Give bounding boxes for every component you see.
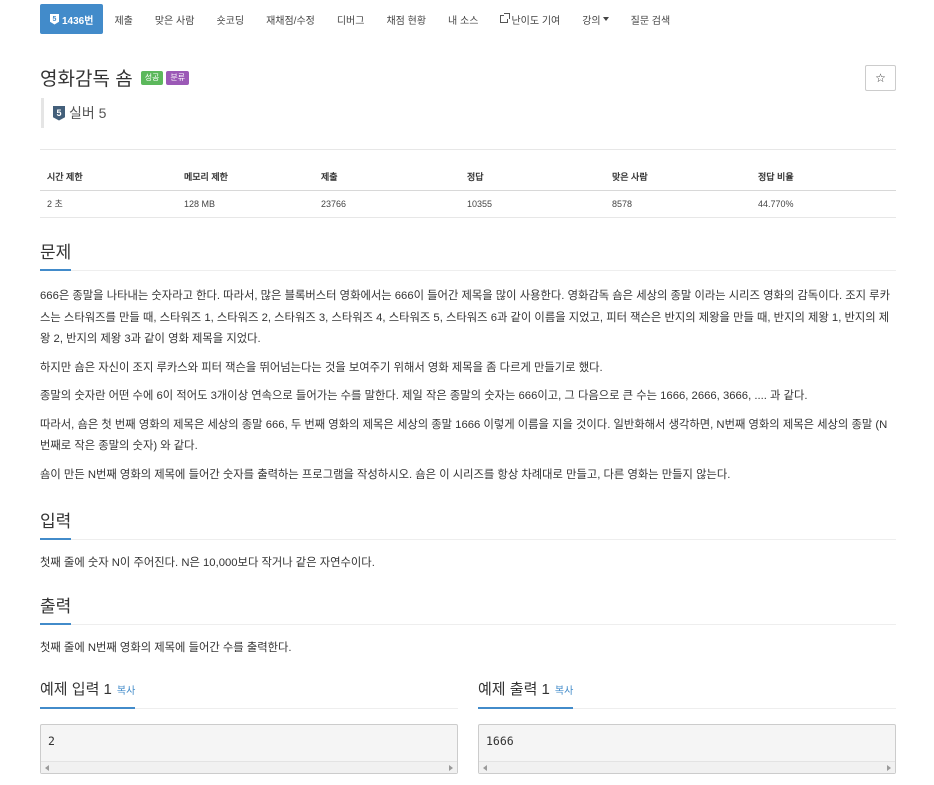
tab-status[interactable]: 채점 현황 [375, 4, 437, 34]
success-tag: 성공 [140, 70, 164, 85]
problem-title-row: 영화감독 숌 성공 분류 [40, 64, 190, 91]
input-description: 첫째 줄에 숫자 N이 주어진다. N은 10,000보다 작거나 같은 자연수… [40, 557, 375, 569]
sample-output-value: 1666 [486, 734, 514, 748]
sample-input-value: 2 [48, 734, 55, 748]
tab-difficulty-label: 난이도 기여 [511, 15, 561, 27]
header-time-limit: 시간 제한 [40, 163, 177, 191]
accepted-value: 10355 [460, 190, 605, 218]
copy-input-button[interactable]: 복사 [117, 686, 135, 697]
silver-tier-icon: 5 [53, 105, 65, 121]
scroll-right-icon[interactable] [887, 765, 891, 771]
tab-accepted-users[interactable]: 맞은 사람 [144, 4, 206, 34]
sample-input-heading: 예제 입력 1 복사 [40, 678, 136, 709]
problem-title: 영화감독 숌 [40, 69, 133, 90]
problem-heading: 문제 [40, 238, 72, 271]
tab-lectures-label: 강의 [582, 15, 601, 27]
tab-problem[interactable]: 5 1436번 [40, 4, 104, 34]
problem-paragraph: 666은 종말을 나타내는 숫자라고 한다. 따라서, 많은 블록버스터 영화에… [40, 290, 890, 345]
sample-input-header: 예제 입력 1 복사 [40, 678, 458, 709]
header-memory-limit: 메모리 제한 [177, 163, 314, 191]
problem-info-table: 시간 제한 메모리 제한 제출 정답 맞은 사람 정답 비율 2 초 128 M… [40, 163, 896, 218]
input-heading: 입력 [40, 507, 72, 540]
sample-output-header: 예제 출력 1 복사 [478, 678, 896, 709]
sample-input-title: 예제 입력 1 [40, 681, 112, 698]
divider [40, 149, 896, 150]
output-section-header: 출력 [40, 592, 896, 625]
tab-my-source[interactable]: 내 소스 [437, 4, 489, 34]
horizontal-scrollbar[interactable] [479, 761, 895, 773]
scroll-left-icon[interactable] [483, 765, 487, 771]
scroll-left-icon[interactable] [45, 765, 49, 771]
tab-submit[interactable]: 제출 [103, 4, 143, 34]
tab-rejudge[interactable]: 재채점/수정 [255, 4, 326, 34]
output-description: 첫째 줄에 N번째 영화의 제목에 들어간 수를 출력한다. [40, 642, 292, 654]
caret-down-icon [602, 17, 609, 21]
problem-paragraph: 숌이 만든 N번째 영화의 제목에 들어간 숫자를 출력하는 프로그램을 작성하… [40, 468, 731, 481]
time-limit-value: 2 초 [40, 190, 177, 218]
sample-output-title: 예제 출력 1 [478, 681, 550, 698]
header-accepted: 정답 [460, 163, 605, 191]
scroll-right-icon[interactable] [449, 765, 453, 771]
memory-limit-value: 128 MB [177, 190, 314, 218]
problem-nav-tabs: 5 1436번 제출 맞은 사람 숏코딩 재채점/수정 디버그 채점 현황 내 … [40, 4, 681, 34]
header-accept-ratio: 정답 비율 [751, 163, 896, 191]
favorite-star-button[interactable]: ☆ [865, 65, 896, 91]
tab-debug[interactable]: 디버그 [326, 4, 376, 34]
tab-question-search[interactable]: 질문 검색 [620, 4, 682, 34]
table-header-row: 시간 제한 메모리 제한 제출 정답 맞은 사람 정답 비율 [40, 163, 896, 191]
external-link-icon [500, 13, 511, 23]
header-solved-users: 맞은 사람 [605, 163, 751, 191]
output-heading: 출력 [40, 592, 72, 625]
star-icon: ☆ [875, 71, 886, 85]
tab-difficulty-contribution[interactable]: 난이도 기여 [489, 4, 571, 34]
problem-tier: 5 실버 5 [41, 98, 106, 128]
tab-problem-label: 1436번 [62, 15, 94, 27]
problem-description: 666은 종말을 나타내는 숫자라고 한다. 따라서, 많은 블록버스터 영화에… [40, 286, 896, 486]
tab-short-coding[interactable]: 숏코딩 [205, 4, 255, 34]
tab-lectures[interactable]: 강의 [571, 4, 619, 34]
copy-output-button[interactable]: 복사 [555, 686, 573, 697]
sample-input-box[interactable]: 2 [40, 724, 458, 774]
header-submissions: 제출 [314, 163, 460, 191]
problem-paragraph: 따라서, 숌은 첫 번째 영화의 제목은 세상의 종말 666, 두 번째 영화… [40, 418, 888, 453]
problem-paragraph: 종말의 숫자란 어떤 수에 6이 적어도 3개이상 연속으로 들어가는 수를 말… [40, 390, 808, 402]
submissions-value: 23766 [314, 190, 460, 218]
accept-ratio-value: 44.770% [751, 190, 896, 218]
sample-output-heading: 예제 출력 1 복사 [478, 678, 574, 709]
input-section-header: 입력 [40, 507, 896, 540]
horizontal-scrollbar[interactable] [41, 761, 457, 773]
problem-section-header: 문제 [40, 238, 896, 271]
tier-badge-icon: 5 [50, 13, 59, 25]
table-row: 2 초 128 MB 23766 10355 8578 44.770% [40, 190, 896, 218]
tier-label: 실버 5 [69, 105, 107, 121]
sample-output-box[interactable]: 1666 [478, 724, 896, 774]
solved-users-value: 8578 [605, 190, 751, 218]
category-tag[interactable]: 분류 [166, 70, 190, 85]
problem-paragraph: 하지만 숌은 자신이 조지 루카스와 피터 잭슨을 뛰어넘는다는 것을 보여주기… [40, 361, 603, 374]
